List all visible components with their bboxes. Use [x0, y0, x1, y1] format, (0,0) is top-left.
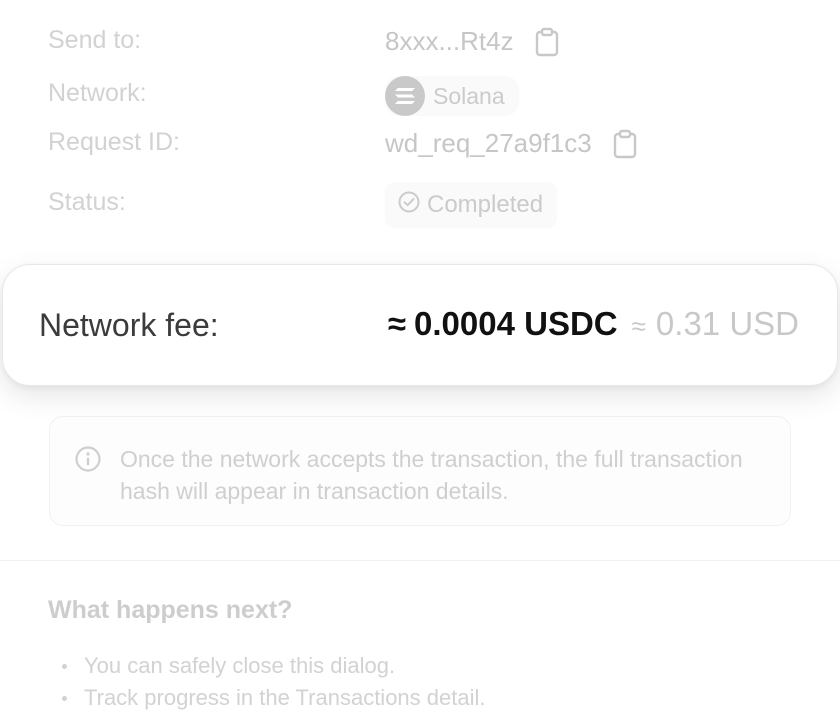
network-label: Network: [48, 79, 147, 107]
request-id-value-group: wd_req_27a9f1c3 [385, 128, 638, 159]
list-item: You can safely close this dialog. [60, 650, 485, 682]
section-divider [0, 560, 840, 561]
approx-symbol: ≈ [387, 305, 407, 342]
network-fee-label: Network fee: [39, 307, 219, 343]
status-value-group: Completed [385, 182, 558, 228]
approx-symbol-secondary: ≈ [631, 311, 646, 341]
send-to-value-group: 8xxx...Rt4z [385, 26, 560, 57]
network-fee-card: Network fee: ≈ 0.0004 USDC ≈ 0.31 USD [2, 264, 838, 386]
send-to-address: 8xxx...Rt4z [385, 26, 514, 56]
send-to-row: Send to: 8xxx...Rt4z [0, 26, 840, 70]
clipboard-icon[interactable] [612, 129, 638, 159]
list-item: Track progress in the Transactions detai… [60, 682, 485, 712]
request-id-row: Request ID: wd_req_27a9f1c3 [0, 128, 840, 172]
status-text: Completed [427, 191, 544, 218]
status-label: Status: [48, 188, 126, 216]
network-pill: Solana [385, 76, 519, 116]
next-steps-title: What happens next? [48, 596, 293, 624]
solana-logo-icon [385, 76, 425, 116]
check-circle-icon [397, 190, 421, 221]
notice-text: Once the network accepts the transaction… [120, 446, 743, 504]
status-row: Status: Completed [0, 182, 840, 228]
next-steps-list: You can safely close this dialog. Track … [60, 650, 485, 712]
info-notice: Once the network accepts the transaction… [49, 416, 791, 526]
fee-amount-usdc: 0.0004 USDC [414, 305, 618, 342]
clipboard-icon[interactable] [534, 27, 560, 57]
send-to-label: Send to: [48, 26, 142, 54]
network-name: Solana [433, 82, 505, 109]
status-badge: Completed [385, 182, 558, 228]
network-value-group: Solana [385, 76, 519, 116]
withdrawal-details-dialog: Send to: 8xxx...Rt4z Network: Solana Req… [0, 0, 840, 712]
info-icon [74, 445, 102, 473]
network-fee-value: ≈ 0.0004 USDC ≈ 0.31 USD [388, 305, 799, 343]
request-id-value: wd_req_27a9f1c3 [385, 128, 592, 158]
fee-amount-usd: 0.31 USD [655, 305, 799, 342]
network-row: Network: Solana [0, 76, 840, 120]
request-id-label: Request ID: [48, 128, 181, 156]
